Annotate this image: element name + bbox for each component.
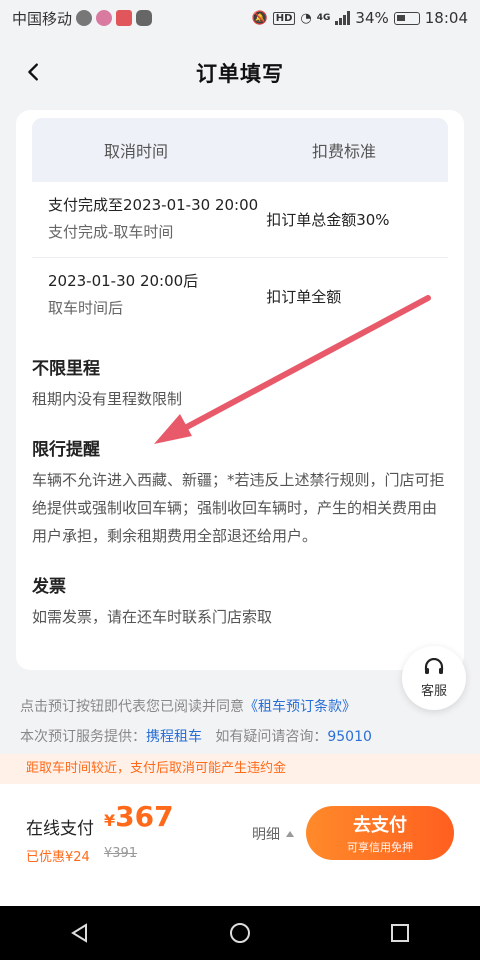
app-notification-icon-2	[116, 10, 133, 26]
signal-icon	[335, 11, 351, 25]
agreement-text: 点击预订按钮即代表您已阅读并同意	[20, 699, 244, 715]
provider-label: 本次预订服务提供：	[20, 729, 146, 745]
consult-number[interactable]: 95010	[327, 729, 372, 745]
column-header-fee: 扣费标准	[311, 142, 376, 161]
price-amount: 367	[115, 800, 174, 833]
discount-label: 已优惠¥24	[26, 850, 90, 865]
row-fee: 扣订单全额	[266, 287, 342, 306]
system-nav-bar	[0, 906, 480, 960]
provider-note: 本次预订服务提供：携程租车 如有疑问请咨询：95010	[20, 726, 372, 746]
battery-percent: 34%	[355, 9, 389, 27]
circle-home-icon	[230, 923, 250, 943]
price: ¥367	[104, 800, 174, 833]
table-row: 2023-01-30 20:00后 取车时间后 扣订单全额	[32, 258, 448, 334]
chevron-left-icon	[28, 63, 38, 81]
column-header-cancel-time: 取消时间	[103, 142, 168, 161]
cancellation-table: 取消时间 扣费标准 支付完成至2023-01-30 20:00 支付完成-取车时…	[32, 118, 448, 334]
wifi-icon: ◔	[300, 10, 312, 26]
page-title: 订单填写	[196, 62, 284, 86]
pay-label: 在线支付	[26, 819, 94, 839]
restriction-text: 车辆不允许进入西藏、新疆；*若违反上述禁行规则，门店可拒绝提供或强制收回车辆；强…	[32, 471, 445, 545]
caret-up-icon	[286, 831, 294, 837]
agreement-note: 点击预订按钮即代表您已阅读并同意《租车预订条款》	[20, 696, 356, 716]
page-header: 订单填写	[0, 36, 480, 110]
square-recents-icon	[391, 924, 409, 942]
mileage-title: 不限里程	[32, 359, 100, 379]
network-label: 4G	[316, 13, 331, 23]
provider-name[interactable]: 携程租车	[146, 729, 202, 745]
triangle-back-icon	[71, 923, 87, 943]
original-price: ¥391	[104, 846, 138, 861]
back-button[interactable]	[20, 58, 48, 86]
battery-icon	[393, 11, 420, 25]
headset-icon	[424, 657, 444, 674]
invoice-title: 发票	[32, 577, 66, 597]
invoice-section: 发票 如需发票，请在还车时联系门店索取	[16, 572, 464, 631]
app-notification-icon	[96, 10, 113, 26]
policy-card: 取消时间 扣费标准 支付完成至2023-01-30 20:00 支付完成-取车时…	[16, 110, 464, 670]
notification-icon	[76, 10, 93, 26]
nav-back-button[interactable]	[66, 919, 94, 947]
row-time: 支付完成至2023-01-30 20:00	[48, 196, 259, 214]
wechat-icon	[136, 10, 153, 26]
carrier-label: 中国移动	[12, 9, 73, 28]
row-desc: 支付完成-取车时间	[48, 223, 174, 241]
mileage-text: 租期内没有里程数限制	[32, 390, 183, 408]
row-time: 2023-01-30 20:00后	[48, 272, 199, 290]
restriction-section: 限行提醒 车辆不允许进入西藏、新疆；*若违反上述禁行规则，门店可拒绝提供或强制收…	[16, 435, 464, 550]
nav-home-button[interactable]	[226, 919, 254, 947]
customer-service-label: 客服	[420, 683, 447, 699]
hd-icon: HD	[272, 11, 296, 25]
pay-button-label: 去支付	[353, 815, 407, 836]
row-fee: 扣订单总金额30%	[266, 211, 390, 229]
mute-icon: 🔕	[251, 10, 268, 26]
table-header: 取消时间 扣费标准	[32, 118, 448, 182]
terms-link[interactable]: 《租车预订条款》	[244, 699, 356, 715]
price-detail-button[interactable]: 明细	[252, 824, 294, 844]
customer-service-button[interactable]: 客服	[402, 646, 466, 710]
row-desc: 取车时间后	[48, 299, 124, 317]
clock: 18:04	[424, 9, 468, 27]
table-row: 支付完成至2023-01-30 20:00 支付完成-取车时间 扣订单总金额30…	[32, 182, 448, 258]
pay-button[interactable]: 去支付 可享信用免押	[306, 806, 454, 860]
mileage-section: 不限里程 租期内没有里程数限制	[16, 354, 464, 413]
consult-label: 如有疑问请咨询：	[215, 729, 328, 745]
restriction-title: 限行提醒	[32, 440, 100, 460]
nav-recents-button[interactable]	[386, 919, 414, 947]
status-bar: 中国移动 🔕 HD ◔ 4G 34% 18:04	[0, 0, 480, 36]
currency-symbol: ¥	[104, 811, 116, 830]
price-detail-label: 明细	[252, 827, 280, 843]
pay-button-sublabel: 可享信用免押	[347, 841, 413, 854]
bottom-bar: 在线支付 ¥367 已优惠¥24 ¥391 明细 去支付 可享信用免押	[0, 784, 480, 906]
cancellation-warning: 距取车时间较近，支付后取消可能产生违约金	[0, 754, 480, 784]
invoice-text: 如需发票，请在还车时联系门店索取	[32, 608, 273, 626]
